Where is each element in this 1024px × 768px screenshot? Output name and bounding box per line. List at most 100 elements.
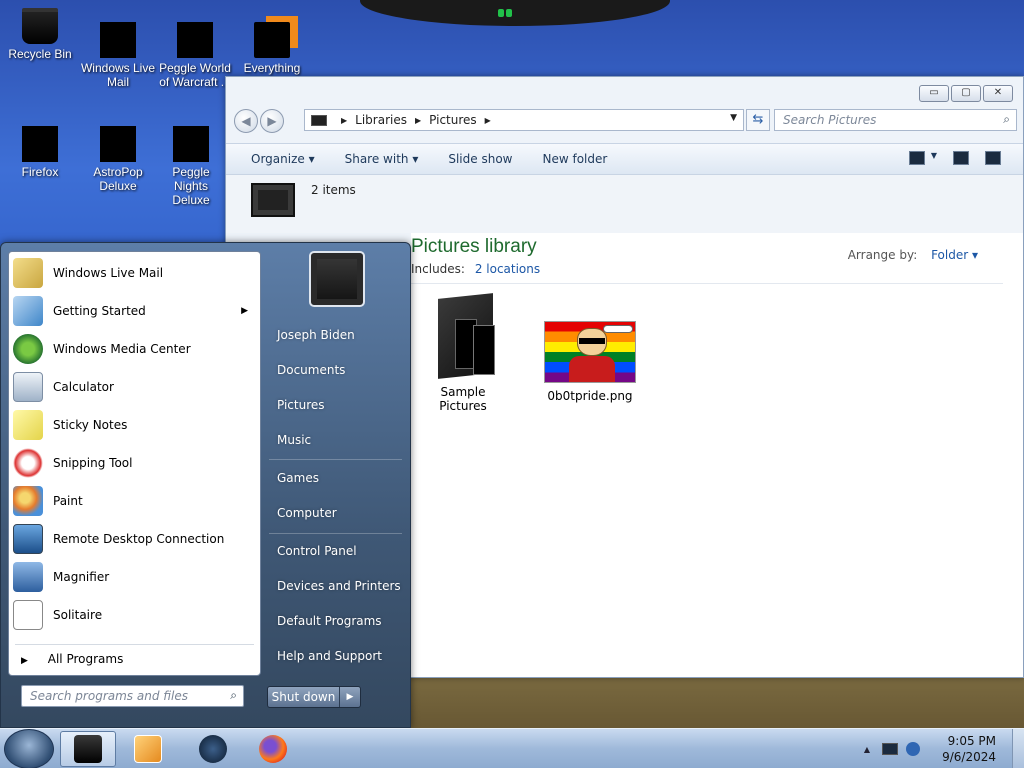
command-bar: Organize ▾ Share with ▾ Slide show New f…	[226, 143, 1023, 175]
desktop-icon-peggle-wow[interactable]: Peggle World of Warcraft ...	[154, 22, 236, 89]
remote-desktop-icon	[13, 524, 43, 554]
start-item-remote-desktop[interactable]: Remote Desktop Connection	[9, 520, 260, 558]
desktop-icon-label: Peggle World of Warcraft ...	[159, 61, 231, 89]
shutdown-button-group: Shut down ▶	[267, 686, 361, 708]
maximize-button[interactable]: ▢	[951, 85, 981, 102]
start-item-magnifier[interactable]: Magnifier	[9, 558, 260, 596]
start-link-user[interactable]: Joseph Biden	[277, 328, 355, 342]
astropop-icon	[100, 126, 136, 162]
includes-label: Includes:	[411, 262, 465, 276]
new-folder-button[interactable]: New folder	[542, 152, 607, 166]
start-link-computer[interactable]: Computer	[277, 506, 337, 520]
peggle-wow-icon	[177, 22, 213, 58]
desktop-icon-label: Recycle Bin	[8, 47, 72, 61]
desktop-icon-firefox[interactable]: Firefox	[0, 126, 80, 179]
slide-show-button[interactable]: Slide show	[448, 152, 512, 166]
start-item-label: Paint	[53, 494, 83, 508]
start-item-label: Windows Live Mail	[53, 266, 164, 280]
taskbar-media-player[interactable]	[120, 731, 176, 767]
all-programs-button[interactable]: ▶ All Programs	[21, 652, 123, 666]
network-icon[interactable]	[882, 743, 898, 755]
volume-icon[interactable]	[906, 742, 920, 756]
start-item-snipping-tool[interactable]: Snipping Tool	[9, 444, 260, 482]
show-desktop-button[interactable]	[1012, 729, 1024, 768]
taskbar-app[interactable]	[185, 731, 241, 767]
start-link-music[interactable]: Music	[277, 433, 311, 447]
desktop-icon-recycle-bin[interactable]: Recycle Bin	[0, 8, 80, 61]
share-with-button[interactable]: Share with ▾	[345, 152, 419, 166]
file-item-0b0tpride[interactable]: 0b0tpride.png	[535, 321, 645, 403]
explorer-icon	[74, 735, 102, 763]
breadcrumb-chevron-icon: ▶	[414, 115, 422, 125]
breadcrumb-pictures[interactable]: Pictures	[429, 113, 477, 127]
taskbar-firefox[interactable]	[245, 731, 301, 767]
close-button[interactable]: ✕	[983, 85, 1013, 102]
address-bar[interactable]: ▶ Libraries ▶ Pictures ▶ ▼	[304, 109, 744, 131]
start-item-sticky-notes[interactable]: Sticky Notes	[9, 406, 260, 444]
start-item-windows-live-mail[interactable]: Windows Live Mail	[9, 254, 260, 292]
minimize-button[interactable]: ▭	[919, 85, 949, 102]
start-menu-links-pane: Joseph Biden Documents Pictures Music Ga…	[263, 243, 410, 727]
address-dropdown-icon[interactable]: ▼	[730, 113, 737, 123]
taskbar: ▲ 9:05 PM 9/6/2024	[0, 728, 1024, 768]
clock[interactable]: 9:05 PM 9/6/2024	[934, 733, 996, 765]
all-programs-label: All Programs	[47, 652, 124, 666]
breadcrumb-chevron-icon[interactable]: ▶	[485, 116, 491, 125]
help-icon[interactable]	[985, 151, 1001, 165]
desktop-icon-astropop[interactable]: AstroPop Deluxe	[78, 126, 158, 193]
desktop-icon-windows-live-mail[interactable]: Windows Live Mail	[78, 22, 158, 89]
arrange-dropdown[interactable]: Folder ▾	[931, 248, 978, 262]
window-controls: ▭ ▢ ✕	[919, 85, 1013, 102]
start-item-media-center[interactable]: Windows Media Center	[9, 330, 260, 368]
start-link-help-support[interactable]: Help and Support	[277, 649, 382, 663]
start-link-games[interactable]: Games	[277, 471, 319, 485]
forward-button[interactable]: ▶	[260, 109, 284, 133]
snipping-tool-icon	[13, 448, 43, 478]
show-hidden-icons-icon[interactable]: ▲	[864, 745, 870, 754]
organize-button[interactable]: Organize ▾	[251, 152, 315, 166]
start-search-placeholder: Search programs and files	[30, 689, 188, 703]
start-search-input[interactable]: Search programs and files ⌕	[21, 685, 244, 707]
address-row: ◀ ▶ ▶ Libraries ▶ Pictures ▶ ▼ ⇆ Search …	[234, 108, 1017, 134]
start-link-devices-printers[interactable]: Devices and Printers	[277, 579, 401, 593]
shutdown-options-icon[interactable]: ▶	[340, 687, 360, 707]
desktop-icon-peggle-nights[interactable]: Peggle Nights Deluxe	[154, 126, 228, 207]
media-center-icon	[13, 334, 43, 364]
file-item-sample-pictures[interactable]: Sample Pictures	[415, 291, 511, 413]
divider	[411, 283, 1003, 284]
start-item-solitaire[interactable]: Solitaire	[9, 596, 260, 634]
start-link-control-panel[interactable]: Control Panel	[277, 544, 357, 558]
locations-link[interactable]: 2 locations	[475, 262, 540, 276]
breadcrumb-chevron-icon: ▶	[341, 115, 348, 125]
search-pictures-input[interactable]: Search Pictures ⌕	[774, 109, 1017, 131]
start-item-label: Calculator	[53, 380, 114, 394]
start-link-default-programs[interactable]: Default Programs	[277, 614, 382, 628]
everything-icon	[254, 22, 290, 58]
computer-icon	[311, 114, 327, 126]
start-item-paint[interactable]: Paint	[9, 482, 260, 520]
user-avatar[interactable]	[309, 251, 365, 307]
clock-time: 9:05 PM	[947, 734, 996, 748]
view-dropdown-icon[interactable]: ▼	[931, 151, 937, 165]
breadcrumb-libraries[interactable]: Libraries	[355, 113, 407, 127]
file-list-pane[interactable]: Pictures library Includes: 2 locations A…	[411, 233, 1023, 677]
shutdown-button[interactable]: Shut down	[268, 687, 340, 707]
refresh-button[interactable]: ⇆	[746, 109, 770, 131]
start-item-label: Windows Media Center	[53, 342, 191, 356]
start-button[interactable]	[4, 729, 54, 768]
desktop-icon-label: Peggle Nights Deluxe	[172, 165, 210, 207]
calculator-icon	[13, 372, 43, 402]
start-link-pictures[interactable]: Pictures	[277, 398, 325, 412]
start-item-getting-started[interactable]: Getting Started ▶	[9, 292, 260, 330]
start-item-calculator[interactable]: Calculator	[9, 368, 260, 406]
chevron-right-icon: ▶	[21, 656, 28, 666]
start-item-label: Sticky Notes	[53, 418, 128, 432]
back-button[interactable]: ◀	[234, 109, 258, 133]
change-view-icon[interactable]	[908, 151, 925, 165]
submenu-arrow-icon: ▶	[241, 306, 248, 316]
firefox-icon	[22, 126, 58, 162]
desktop-icon-everything[interactable]: Everything	[232, 22, 312, 75]
start-link-documents[interactable]: Documents	[277, 363, 345, 377]
taskbar-explorer[interactable]	[60, 731, 116, 767]
preview-pane-icon[interactable]	[953, 151, 969, 165]
